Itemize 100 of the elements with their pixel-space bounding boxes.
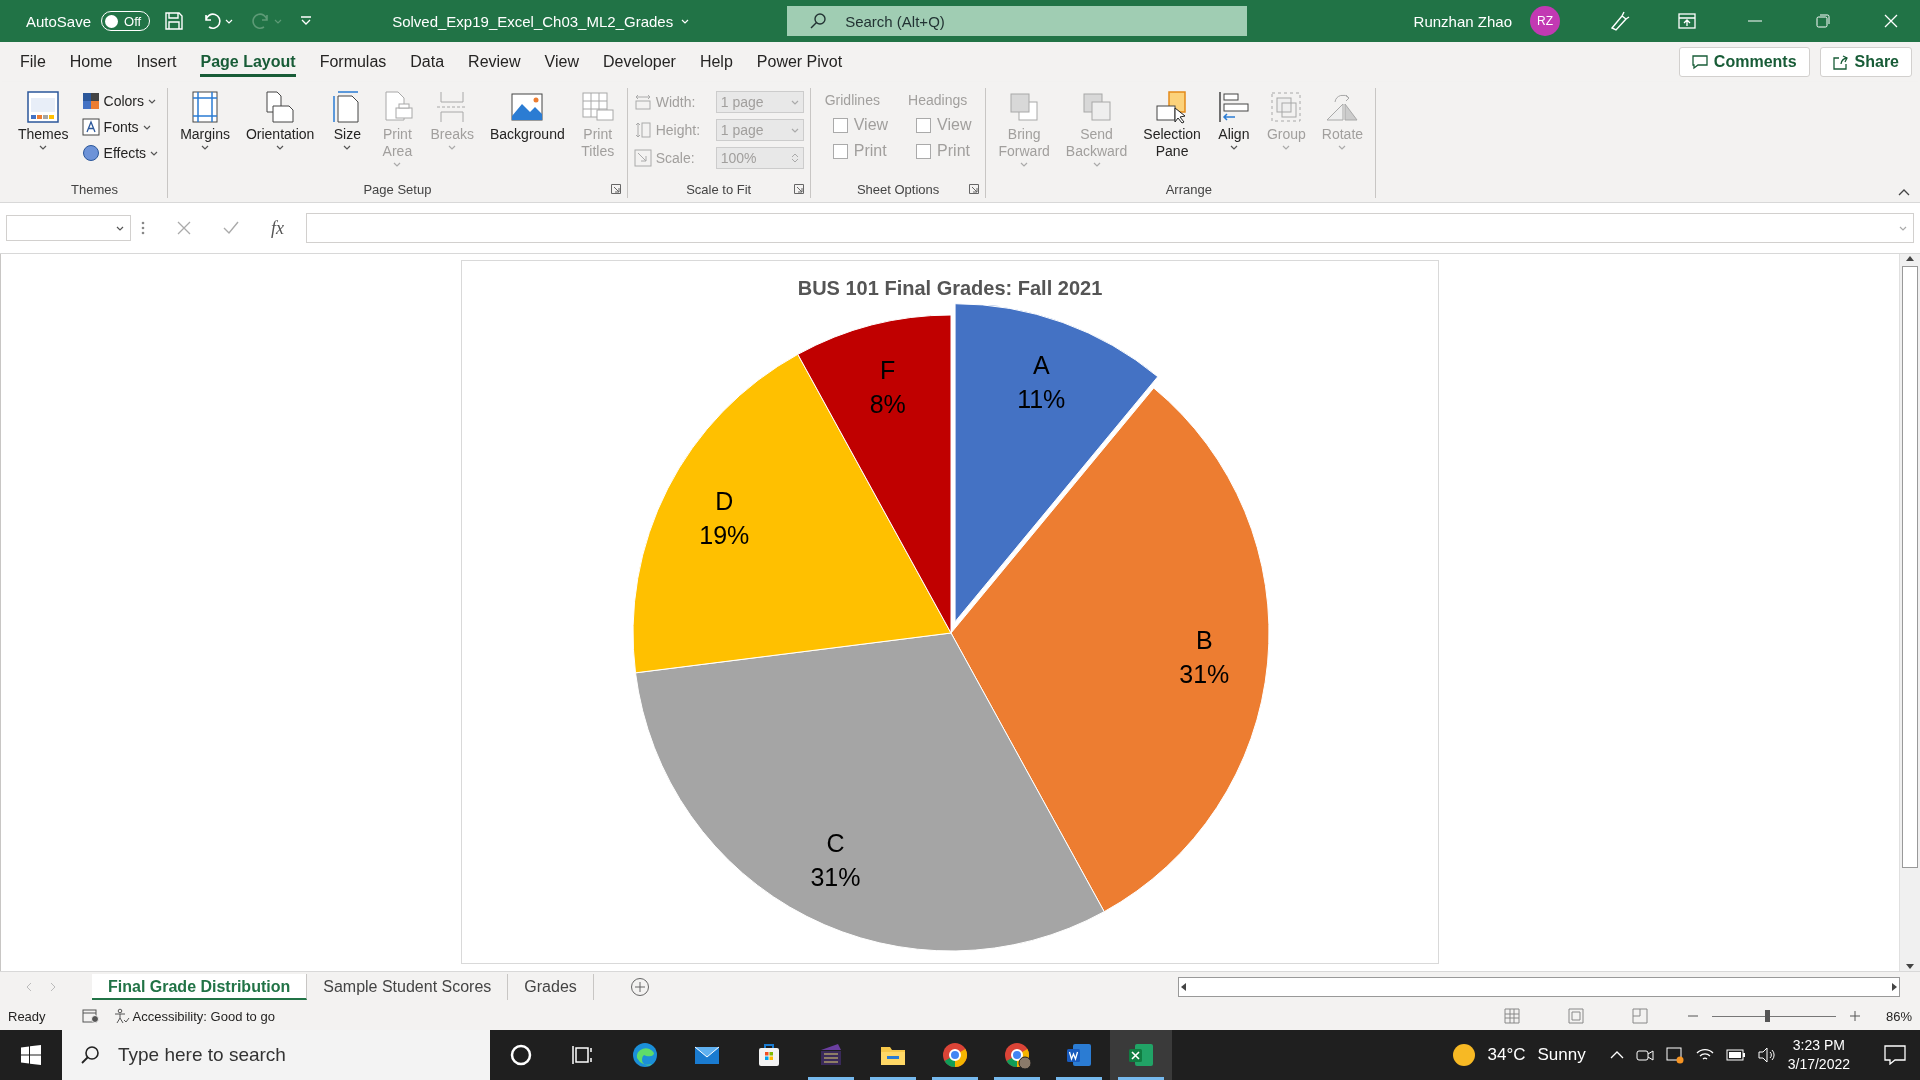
ribbon-tab[interactable]: File	[8, 45, 58, 79]
ribbon-tab[interactable]: Home	[57, 45, 125, 79]
width-arrows-icon	[633, 93, 652, 111]
save-icon	[164, 11, 185, 31]
insert-function-button[interactable]: fx	[271, 217, 284, 239]
accessibility-icon	[113, 1008, 130, 1024]
zoom-level[interactable]: 86%	[1885, 1008, 1912, 1024]
caret-icon	[201, 145, 209, 150]
pen-icon	[1608, 10, 1630, 32]
taskbar-search[interactable]: Type here to search	[62, 1030, 490, 1080]
ribbon-tab[interactable]: Review	[456, 45, 533, 79]
minimize-icon	[1748, 20, 1762, 22]
ribbon-button[interactable]: Themes	[12, 88, 75, 152]
ribbon-tab[interactable]: Page Layout	[188, 45, 308, 79]
value-label: 31%	[810, 862, 861, 891]
ribbon-tab[interactable]: Data	[398, 45, 457, 79]
sheet-tab[interactable]: Final Grade Distribution	[92, 974, 308, 1000]
category-label: F	[880, 355, 896, 384]
share-button[interactable]: Share	[1819, 47, 1912, 77]
customize-icon	[300, 16, 313, 26]
ribbon-button[interactable]: Colors	[78, 90, 162, 112]
windows-icon	[21, 1045, 41, 1065]
landscape-image-icon	[510, 90, 545, 124]
dialog-launcher-icon[interactable]	[610, 184, 621, 194]
zoom-in-icon[interactable]	[1849, 1011, 1860, 1021]
user-avatar[interactable]: RZ	[1530, 6, 1560, 36]
accessibility-status[interactable]: Accessibility: Good to go	[113, 1008, 275, 1024]
more-dots-icon	[141, 221, 145, 235]
category-label: A	[1032, 351, 1050, 380]
field-label: Scale:	[655, 150, 696, 166]
sync-icon[interactable]	[1665, 1046, 1684, 1064]
comment-icon	[1691, 54, 1708, 70]
value-label: 8%	[869, 389, 906, 418]
status-text: Ready	[8, 1008, 46, 1024]
check-icon[interactable]	[223, 221, 239, 235]
weather-text[interactable]: Sunny	[1537, 1045, 1586, 1065]
restore-icon	[1816, 14, 1830, 28]
sheet-tab[interactable]: Grades	[508, 974, 594, 1000]
ribbon-tab[interactable]: Developer	[590, 45, 688, 79]
edge-icon	[630, 1040, 660, 1070]
chevron-up-icon[interactable]	[1609, 1051, 1624, 1059]
ribbon-display-icon	[1678, 13, 1696, 29]
comments-button[interactable]: Comments	[1678, 47, 1810, 77]
ribbon-tab[interactable]: Help	[687, 45, 745, 79]
field-label: Width:	[655, 94, 697, 110]
caret-icon	[448, 145, 457, 150]
group-icon	[1269, 90, 1304, 124]
caret-icon	[1229, 145, 1238, 150]
scroll-left-icon	[1179, 982, 1187, 992]
ribbon-button[interactable]: Effects	[78, 142, 162, 164]
field-label: Height:	[655, 122, 702, 138]
ribbon-button[interactable]: Align	[1210, 88, 1257, 152]
scale-icon	[633, 149, 652, 167]
ribbon-button[interactable]: Selection Pane	[1137, 88, 1207, 162]
dialog-launcher-icon[interactable]	[793, 184, 804, 194]
ribbon-button[interactable]: Size	[324, 88, 371, 152]
category-label: B	[1195, 625, 1213, 654]
time-text: 3:23 PM	[1792, 1036, 1845, 1055]
camera-icon[interactable]	[1635, 1047, 1654, 1063]
caret-icon	[1092, 162, 1101, 167]
chrome-icon	[1002, 1040, 1032, 1070]
ribbon-button[interactable]: Margins	[174, 88, 236, 152]
macro-record-icon[interactable]	[81, 1008, 100, 1024]
caret-icon	[343, 145, 352, 150]
ribbon-tab[interactable]: Power Pivot	[744, 45, 855, 79]
group-label: Themes	[70, 181, 120, 197]
close-icon	[1884, 14, 1898, 28]
clock[interactable]: 3:23 PM 3/17/2022	[1787, 1036, 1850, 1074]
add-sheet-icon[interactable]	[629, 977, 650, 997]
volume-icon[interactable]	[1757, 1047, 1776, 1063]
battery-icon[interactable]	[1725, 1049, 1746, 1061]
ribbon-button[interactable]: Orientation	[239, 88, 321, 152]
file-name[interactable]: Solved_Exp19_Excel_Ch03_ML2_Grades	[386, 11, 696, 31]
notification-icon[interactable]	[1884, 1045, 1906, 1065]
chart-title: BUS 101 Final Grades: Fall 2021	[797, 277, 1103, 299]
dialog-launcher-icon[interactable]	[969, 184, 980, 194]
caret-icon	[274, 18, 283, 24]
ribbon-tab[interactable]: Insert	[124, 45, 189, 79]
vertical-scrollbar[interactable]	[1899, 254, 1920, 971]
formula-input[interactable]	[306, 213, 1914, 243]
date-text: 3/17/2022	[1787, 1055, 1850, 1074]
sun-icon	[1451, 1043, 1476, 1067]
search-field[interactable]: Search (Alt+Q)	[787, 6, 1248, 36]
caret-icon	[225, 18, 234, 24]
caret-icon	[150, 150, 159, 156]
option-heading: Headings	[908, 92, 969, 108]
autosave-label: AutoSave	[26, 12, 92, 30]
caret-icon	[393, 162, 402, 167]
ribbon-button[interactable]: Fonts	[78, 116, 162, 138]
ribbon-button[interactable]: Background	[484, 88, 571, 145]
ribbon-tab[interactable]: View	[532, 45, 591, 79]
share-icon	[1832, 54, 1849, 70]
collapse-ribbon-icon[interactable]	[1898, 188, 1910, 196]
horizontal-scrollbar[interactable]	[1178, 977, 1900, 997]
sheet-tab[interactable]: Sample Student Scores	[307, 974, 509, 1000]
caret-icon	[116, 225, 124, 231]
weather-text[interactable]: 34°C	[1487, 1045, 1526, 1065]
font-icon	[81, 118, 100, 136]
ribbon-tab[interactable]: Formulas	[307, 45, 399, 79]
category-label: D	[715, 486, 734, 515]
